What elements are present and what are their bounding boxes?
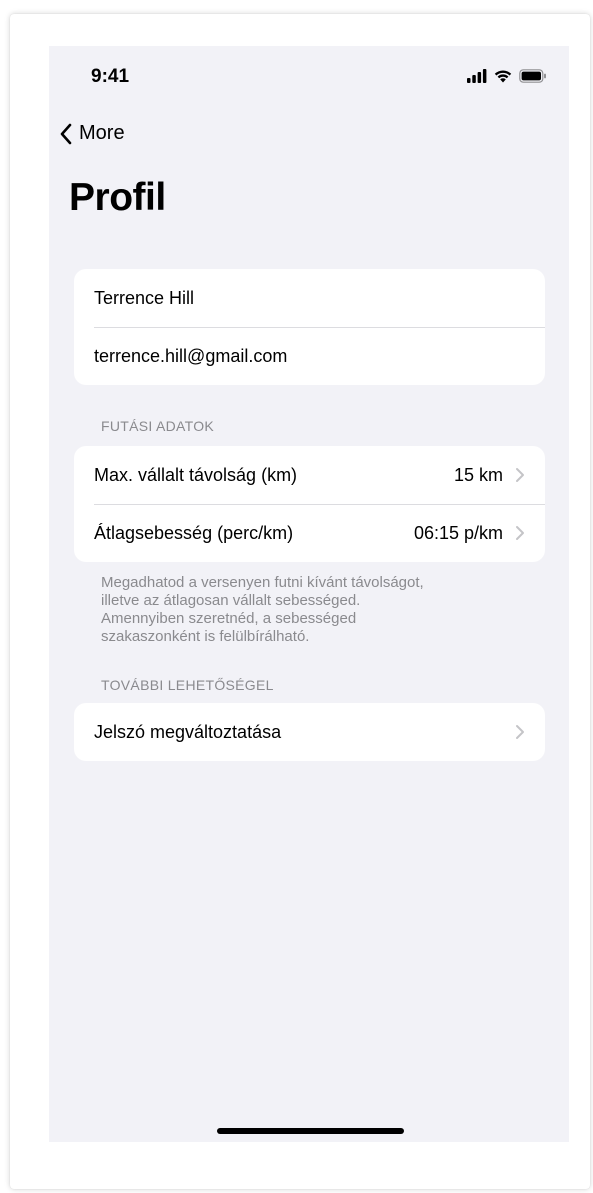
avg-pace-label: Átlagsebesség (perc/km) bbox=[94, 522, 294, 543]
avg-pace-row[interactable]: Átlagsebesség (perc/km) 06:15 p/km bbox=[74, 504, 545, 562]
more-options-header: TOVÁBBI LEHETŐSÉGEL bbox=[101, 677, 274, 693]
user-info-group: Terrence Hill terrence.hill@gmail.com bbox=[74, 269, 545, 385]
user-email-row[interactable]: terrence.hill@gmail.com bbox=[74, 327, 545, 385]
user-name-row[interactable]: Terrence Hill bbox=[74, 269, 545, 327]
back-button-label: More bbox=[79, 122, 125, 144]
battery-icon bbox=[519, 69, 546, 83]
status-bar: 9:41 bbox=[49, 46, 569, 106]
change-password-label: Jelszó megváltoztatása bbox=[94, 721, 282, 742]
running-data-header: FUTÁSI ADATOK bbox=[101, 418, 215, 434]
chevron-right-icon bbox=[516, 468, 524, 482]
phone-screen: 9:41 More Profil Terrence Hill terrence.… bbox=[49, 46, 569, 1142]
wifi-icon bbox=[494, 70, 512, 83]
home-indicator[interactable] bbox=[217, 1128, 404, 1134]
chevron-right-icon bbox=[516, 725, 524, 739]
running-data-footer: Megadhatod a versenyen futni kívánt távo… bbox=[101, 574, 521, 646]
status-time: 9:41 bbox=[91, 66, 130, 87]
max-distance-row[interactable]: Max. vállalt távolság (km) 15 km bbox=[74, 446, 545, 504]
user-email: terrence.hill@gmail.com bbox=[94, 345, 288, 366]
status-icons bbox=[467, 69, 547, 83]
max-distance-value: 15 km bbox=[453, 464, 503, 485]
signal-icon bbox=[467, 69, 487, 83]
chevron-right-icon bbox=[516, 526, 524, 540]
max-distance-label: Max. vállalt távolság (km) bbox=[94, 464, 298, 485]
chevron-left-icon bbox=[60, 123, 72, 144]
more-options-group: Jelszó megváltoztatása bbox=[74, 703, 545, 761]
page-title: Profil bbox=[69, 176, 166, 219]
footer-line: Megadhatod a versenyen futni kívánt távo… bbox=[101, 574, 424, 591]
footer-line: szakaszonként is felülbírálható. bbox=[101, 628, 310, 645]
avg-pace-value: 06:15 p/km bbox=[413, 522, 503, 543]
back-button[interactable]: More bbox=[59, 122, 125, 145]
footer-line: Amennyiben szeretnéd, a sebességed bbox=[101, 610, 357, 627]
footer-line: illetve az átlagosan vállalt sebességed. bbox=[101, 592, 361, 609]
user-name: Terrence Hill bbox=[94, 287, 195, 308]
running-data-group: Max. vállalt távolság (km) 15 km Átlagse… bbox=[74, 446, 545, 562]
change-password-row[interactable]: Jelszó megváltoztatása bbox=[74, 703, 545, 761]
